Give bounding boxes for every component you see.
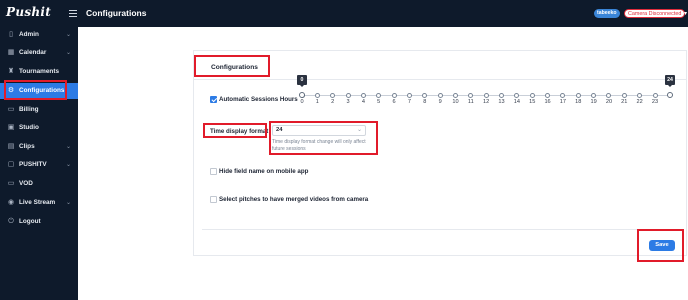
highlight-section-title (194, 55, 270, 77)
sidebar-item-label: Billing (19, 106, 39, 113)
sidebar-item-pushitv[interactable]: ▢ PUSHITV ⌄ (0, 157, 78, 173)
sidebar-item-billing[interactable]: ▭ Billing (0, 102, 78, 118)
sidebar-item-calendar[interactable]: ▦ Calendar ⌄ (0, 45, 78, 61)
slider-tick[interactable] (314, 93, 320, 98)
slider-tick[interactable] (452, 93, 458, 98)
hide-field-name-checkbox[interactable] (210, 168, 217, 175)
slider-tick-label: 14 (513, 99, 520, 105)
merged-videos-label: Select pitches to have merged videos fro… (219, 196, 369, 203)
slider-tick-label: 17 (559, 99, 567, 105)
slider-tick-label: 0 (300, 99, 304, 105)
slider-tick[interactable] (406, 93, 412, 98)
chevron-down-icon: ⌄ (66, 32, 72, 38)
sidebar-item-label: PUSHITV (19, 161, 47, 168)
user-badge[interactable]: tabeeko (594, 9, 620, 18)
slider-tick[interactable] (437, 93, 443, 98)
slider-tick-label: 23 (651, 99, 659, 105)
slider-max-handle[interactable] (667, 92, 673, 98)
sidebar: ▯ Admin ⌄ ▦ Calendar ⌄ ♜ Tournaments ⚙ C… (0, 27, 78, 300)
clips-icon: ▤ (7, 143, 15, 150)
sidebar-item-label: Logout (19, 218, 41, 225)
slider-tick[interactable] (499, 93, 505, 98)
slider-tick-label: 1 (315, 99, 319, 105)
trophy-icon: ♜ (7, 68, 15, 75)
sidebar-item-label: Calendar (19, 49, 47, 56)
slider-tick-label: 11 (467, 99, 474, 105)
slider-tick-label: 7 (407, 99, 411, 105)
slider-tick-label: 22 (636, 99, 643, 105)
sidebar-item-label: Live Stream (19, 199, 56, 206)
sidebar-item-label: Admin (19, 31, 39, 38)
highlight-save-button (637, 229, 684, 262)
auto-sessions-checkbox[interactable] (210, 96, 217, 103)
slider-tick[interactable] (483, 93, 489, 98)
chevron-down-icon: ⌄ (66, 200, 72, 206)
tv-icon: ▢ (7, 161, 15, 168)
highlight-time-format-label (203, 123, 267, 138)
slider-tick[interactable] (360, 93, 366, 98)
chevron-down-icon: ⌄ (66, 144, 72, 150)
highlight-time-format-select (269, 121, 378, 155)
slider-tick-label: 18 (575, 99, 582, 105)
highlight-configurations-nav (4, 80, 67, 100)
divider (202, 229, 640, 230)
document-icon: ▯ (9, 31, 13, 38)
slider-tick[interactable] (391, 93, 397, 98)
hide-field-name-label: Hide field name on mobile app (219, 168, 309, 175)
slider-tick-label: 12 (483, 99, 490, 105)
sidebar-item-clips[interactable]: ▤ Clips ⌄ (0, 139, 78, 155)
slider-tick-label: 6 (392, 99, 396, 105)
configurations-panel (193, 50, 687, 256)
slider-tick-label: 19 (590, 99, 597, 105)
sidebar-item-logout[interactable]: ⏻ Logout (0, 214, 78, 230)
slider-tick-label: 21 (621, 99, 628, 105)
sidebar-item-admin[interactable]: ▯ Admin ⌄ (0, 27, 78, 43)
calendar-icon: ▦ (7, 49, 15, 56)
top-bar: Pushit Configurations tabeeko Camera Dis… (0, 0, 688, 27)
slider-tick[interactable] (575, 93, 581, 98)
slider-tick[interactable] (345, 93, 351, 98)
sidebar-item-tournaments[interactable]: ♜ Tournaments (0, 64, 78, 80)
page-title: Configurations (86, 8, 147, 18)
chevron-down-icon: ⌄ (66, 162, 72, 168)
billing-icon: ▭ (7, 106, 15, 113)
sidebar-item-label: Studio (19, 124, 39, 131)
slider-max-tooltip: 24 (665, 75, 675, 87)
slider-tick-label: 13 (498, 99, 505, 105)
slider-tick-label: 10 (452, 99, 459, 105)
slider-min-tooltip: 0 (297, 75, 307, 87)
vod-icon: ▭ (7, 180, 15, 187)
slider-tick-label: 20 (605, 99, 613, 105)
slider-tick-label: 16 (544, 99, 551, 105)
logout-icon: ⏻ (8, 218, 14, 225)
camera-status-badge[interactable]: Camera Disconnected (624, 9, 686, 18)
sidebar-item-studio[interactable]: ▣ Studio (0, 120, 78, 136)
chevron-down-icon: ⌄ (66, 50, 72, 56)
sidebar-item-label: VOD (19, 180, 33, 187)
slider-tick-label: 9 (438, 99, 442, 105)
slider-tick-label: 3 (346, 99, 350, 105)
slider-tick[interactable] (652, 93, 658, 98)
slider-tick-label: 5 (377, 99, 381, 105)
slider-min-handle[interactable] (299, 92, 305, 98)
sidebar-item-vod[interactable]: ▭ VOD (0, 176, 78, 192)
sidebar-item-label: Tournaments (19, 68, 60, 75)
studio-icon: ▣ (7, 124, 15, 131)
slider-tick-label: 8 (423, 99, 427, 105)
merged-videos-checkbox[interactable] (210, 196, 217, 203)
slider-tick[interactable] (621, 93, 627, 98)
auto-sessions-label: Automatic Sessions Hours (219, 96, 298, 103)
live-stream-icon: ◉ (7, 199, 15, 206)
slider-tick[interactable] (529, 93, 535, 98)
app-logo[interactable]: Pushit (6, 5, 51, 19)
sidebar-item-live-stream[interactable]: ◉ Live Stream ⌄ (0, 195, 78, 211)
slider-tick-label: 4 (361, 99, 365, 105)
menu-toggle-icon[interactable] (69, 10, 77, 17)
slider-tick-label: 2 (331, 99, 335, 105)
slider-tick-label: 15 (529, 99, 536, 105)
chevron-down-icon[interactable]: ▾ (684, 10, 687, 17)
sidebar-item-label: Clips (19, 143, 35, 150)
